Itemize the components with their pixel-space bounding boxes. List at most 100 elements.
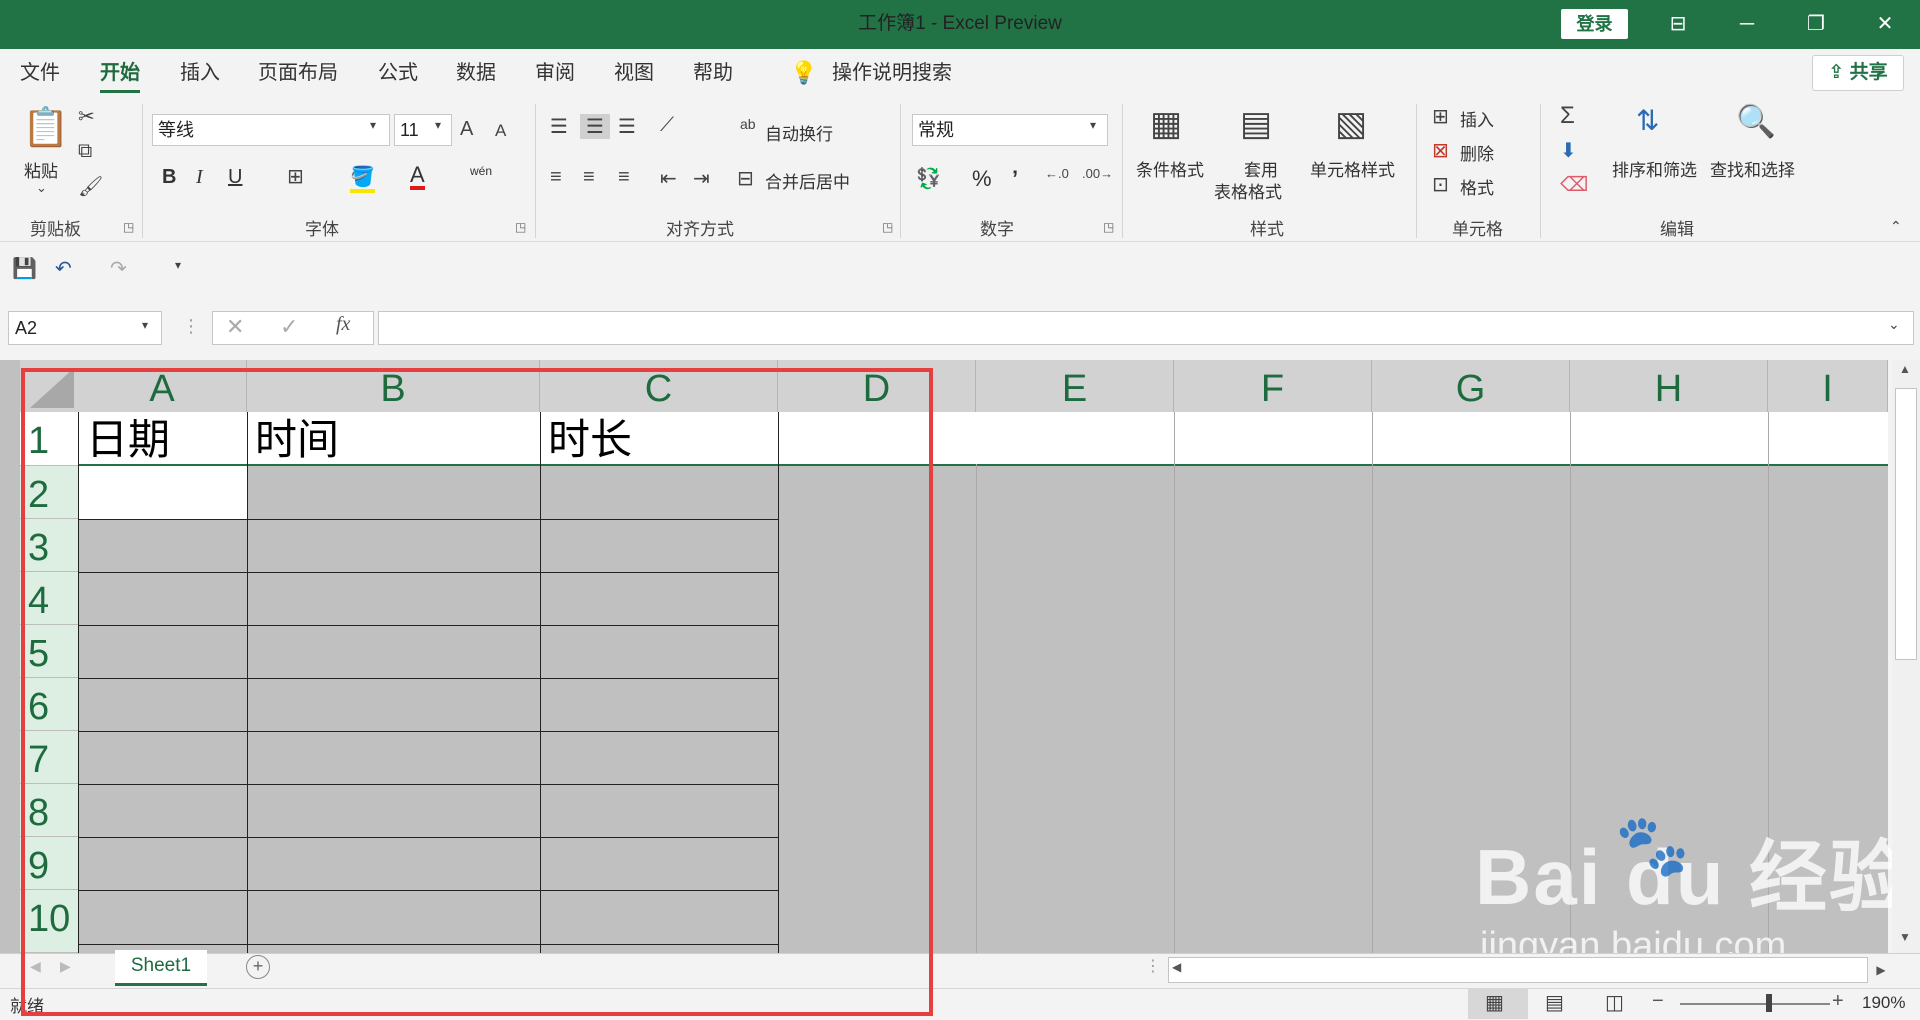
dialog-launcher-icon[interactable]: ◳ <box>515 220 526 234</box>
page-break-view-icon[interactable]: ◫ <box>1605 990 1624 1015</box>
undo-icon[interactable]: ↶ <box>55 256 72 281</box>
format-painter-icon[interactable]: 🖌 <box>78 174 103 199</box>
dialog-launcher-icon[interactable]: ◳ <box>123 220 134 234</box>
zoom-slider[interactable] <box>1680 1003 1830 1005</box>
column-header-e[interactable]: E <box>976 360 1174 412</box>
dialog-launcher-icon[interactable]: ◳ <box>1103 220 1114 234</box>
scroll-right-icon[interactable]: ▶ <box>1868 957 1894 983</box>
chevron-down-icon[interactable]: ▾ <box>435 118 441 132</box>
scroll-down-icon[interactable]: ▼ <box>1892 930 1918 952</box>
share-button[interactable]: ⇪ 共享 <box>1812 55 1904 91</box>
customize-qat-icon[interactable]: ▾ <box>175 258 181 272</box>
chevron-down-icon[interactable]: ▾ <box>142 318 148 332</box>
phonetic-guide-icon[interactable]: wén <box>470 164 492 178</box>
tab-page-layout[interactable]: 页面布局 <box>258 58 338 90</box>
sort-filter-icon[interactable]: ⇅ <box>1636 104 1659 137</box>
enter-icon[interactable]: ✓ <box>280 314 298 340</box>
increase-indent-icon[interactable]: ⇥ <box>693 166 710 191</box>
conditional-formatting-button[interactable]: 条件格式 <box>1136 156 1204 181</box>
clipboard-icon[interactable]: 📋 <box>22 106 69 156</box>
insert-cells-icon[interactable]: ⊞ <box>1432 104 1449 129</box>
sort-filter-button[interactable]: 排序和筛选 <box>1612 156 1697 181</box>
underline-button[interactable]: U <box>228 166 242 189</box>
cancel-icon[interactable]: ✕ <box>226 314 244 340</box>
tab-review[interactable]: 审阅 <box>535 58 575 90</box>
save-icon[interactable]: 💾 <box>12 256 37 281</box>
align-top-icon[interactable]: ☰ <box>550 114 568 139</box>
fill-icon[interactable]: ⬇ <box>1560 138 1577 163</box>
accounting-format-icon[interactable]: 💱 <box>916 166 941 191</box>
cut-icon[interactable]: ✂ <box>78 104 95 129</box>
autosum-icon[interactable]: Σ <box>1560 102 1575 130</box>
login-button[interactable]: 登录 <box>1561 9 1628 39</box>
shrink-font-button[interactable]: A <box>495 121 506 141</box>
column-header-i[interactable]: I <box>1768 360 1888 412</box>
delete-cells-button[interactable]: 删除 <box>1460 140 1494 165</box>
column-header-f[interactable]: F <box>1174 360 1372 412</box>
tab-file[interactable]: 文件 <box>20 58 60 90</box>
delete-cells-icon[interactable]: ⊠ <box>1432 138 1449 163</box>
wrap-text-button[interactable]: 自动换行 <box>765 120 833 145</box>
number-format-select[interactable]: 常规 <box>912 114 1108 146</box>
tab-help[interactable]: 帮助 <box>693 58 733 90</box>
format-as-table-icon[interactable]: ▤ <box>1240 104 1272 144</box>
scroll-left-icon[interactable]: ◀ <box>1172 960 1181 974</box>
zoom-in-icon[interactable]: + <box>1832 990 1844 1013</box>
zoom-slider-thumb[interactable] <box>1766 994 1772 1012</box>
name-box[interactable]: A2 <box>8 311 162 345</box>
chevron-down-icon[interactable]: ▾ <box>1090 118 1096 132</box>
borders-icon[interactable]: ⊞ <box>287 164 304 189</box>
font-name-select[interactable]: 等线 <box>152 114 390 146</box>
close-icon[interactable]: ✕ <box>1855 0 1915 49</box>
orientation-icon[interactable]: ⟋ <box>660 114 674 137</box>
grow-font-button[interactable]: A <box>460 118 473 141</box>
scroll-thumb[interactable] <box>1895 388 1917 660</box>
decrease-decimal-icon[interactable]: .00→ <box>1082 166 1113 181</box>
horizontal-scrollbar[interactable] <box>1168 957 1868 983</box>
bold-button[interactable]: B <box>162 166 176 189</box>
chevron-down-icon[interactable]: ⌄ <box>36 180 47 196</box>
merge-center-button[interactable]: 合并后居中 <box>765 168 850 193</box>
cell-styles-icon[interactable]: ▧ <box>1335 104 1367 144</box>
conditional-formatting-icon[interactable]: ▦ <box>1150 104 1182 144</box>
increase-decimal-icon[interactable]: ←.0 <box>1045 166 1069 181</box>
restore-icon[interactable]: ❐ <box>1786 0 1846 49</box>
comma-style-button[interactable]: ’ <box>1012 166 1018 192</box>
wrap-text-icon[interactable]: ab <box>740 116 756 132</box>
align-right-icon[interactable]: ≡ <box>618 166 630 189</box>
tab-formulas[interactable]: 公式 <box>378 58 418 90</box>
page-layout-view-icon[interactable]: ▤ <box>1545 990 1564 1015</box>
find-select-button[interactable]: 查找和选择 <box>1710 156 1795 181</box>
tab-data[interactable]: 数据 <box>456 58 496 90</box>
insert-cells-button[interactable]: 插入 <box>1460 106 1494 131</box>
redo-icon[interactable]: ↷ <box>110 256 127 281</box>
tell-me-search[interactable]: 操作说明搜索 <box>832 58 952 90</box>
italic-button[interactable]: I <box>196 166 203 189</box>
find-select-icon[interactable]: 🔍 <box>1736 102 1776 140</box>
format-cells-button[interactable]: 格式 <box>1460 174 1494 199</box>
decrease-indent-icon[interactable]: ⇤ <box>660 166 677 191</box>
align-middle-icon[interactable]: ☰ <box>580 114 610 139</box>
align-left-icon[interactable]: ≡ <box>550 166 562 189</box>
font-size-select[interactable]: 11 <box>394 114 452 146</box>
chevron-down-icon[interactable]: ▾ <box>370 118 376 132</box>
align-bottom-icon[interactable]: ☰ <box>618 114 636 139</box>
copy-icon[interactable]: ⧉ <box>78 140 92 163</box>
formula-input[interactable] <box>378 311 1914 345</box>
column-header-h[interactable]: H <box>1570 360 1768 412</box>
fill-color-icon[interactable]: 🪣 <box>350 164 375 193</box>
align-center-icon[interactable]: ≡ <box>583 166 595 189</box>
dialog-launcher-icon[interactable]: ◳ <box>882 220 893 234</box>
clear-icon[interactable]: ⌫ <box>1560 172 1588 197</box>
expand-formula-icon[interactable]: ⌄ <box>1888 316 1900 333</box>
tab-insert[interactable]: 插入 <box>180 58 220 90</box>
tab-view[interactable]: 视图 <box>614 58 654 90</box>
column-header-g[interactable]: G <box>1372 360 1570 412</box>
tab-home[interactable]: 开始 <box>100 58 140 93</box>
format-cells-icon[interactable]: ⊡ <box>1432 172 1449 197</box>
ribbon-display-icon[interactable]: ⊟ <box>1648 0 1708 49</box>
scroll-up-icon[interactable]: ▲ <box>1892 362 1918 384</box>
format-as-table-line2[interactable]: 表格格式 <box>1214 178 1282 203</box>
minimize-icon[interactable]: ─ <box>1717 0 1777 49</box>
merge-center-icon[interactable]: ⊟ <box>737 166 754 191</box>
